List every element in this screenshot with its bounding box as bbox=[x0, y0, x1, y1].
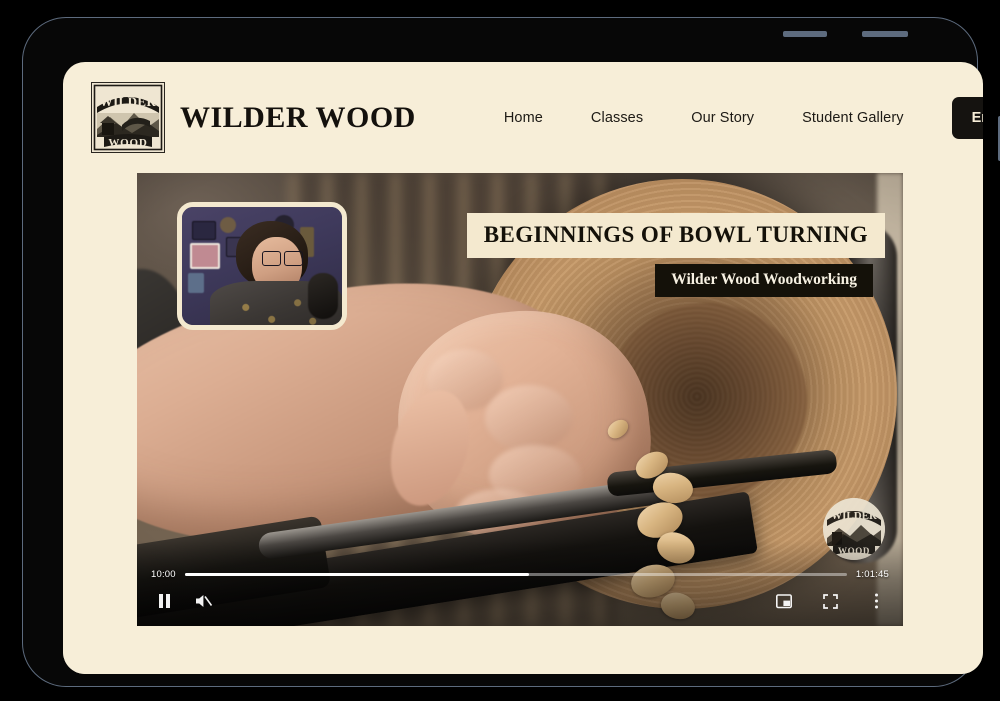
player-controls: 10:00 1:01:45 bbox=[137, 540, 903, 626]
nav-item-our-story[interactable]: Our Story bbox=[667, 110, 778, 126]
microphone bbox=[308, 273, 338, 319]
brand[interactable]: WILDER WOOD WILDER WOOD bbox=[91, 82, 416, 153]
tablet-screen: WILDER WOOD WILDER WOOD Home Classes Our… bbox=[63, 62, 983, 674]
main-nav: Home Classes Our Story Student Gallery E… bbox=[480, 96, 983, 139]
svg-text:WILDER: WILDER bbox=[100, 94, 157, 109]
progress-row: 10:00 1:01:45 bbox=[151, 569, 889, 580]
svg-text:WILDER: WILDER bbox=[831, 510, 878, 522]
video-title-overlay: BEGINNINGS OF BOWL TURNING Wilder Wood W… bbox=[466, 213, 885, 297]
control-buttons-row bbox=[151, 588, 889, 614]
instructor-webcam-inset[interactable] bbox=[177, 202, 347, 330]
current-time-label: 10:00 bbox=[151, 569, 176, 580]
screenshot-stage: WILDER WOOD WILDER WOOD Home Classes Our… bbox=[0, 0, 1000, 701]
svg-text:WOOD: WOOD bbox=[108, 137, 147, 149]
video-player[interactable]: BEGINNINGS OF BOWL TURNING Wilder Wood W… bbox=[137, 173, 903, 626]
site-header: WILDER WOOD WILDER WOOD Home Classes Our… bbox=[63, 62, 983, 173]
tablet-device-frame: WILDER WOOD WILDER WOOD Home Classes Our… bbox=[22, 17, 1000, 687]
wall-object bbox=[220, 217, 236, 233]
fullscreen-icon[interactable] bbox=[817, 588, 843, 614]
pause-icon[interactable] bbox=[151, 588, 177, 614]
volume-up-button[interactable] bbox=[783, 31, 827, 37]
duration-label: 1:01:45 bbox=[855, 569, 889, 580]
nav-item-home[interactable]: Home bbox=[480, 110, 567, 126]
progress-bar[interactable] bbox=[184, 572, 847, 577]
wall-frame bbox=[190, 243, 220, 269]
progress-fill bbox=[184, 572, 530, 577]
wall-frame bbox=[192, 221, 216, 240]
video-title: BEGINNINGS OF BOWL TURNING bbox=[466, 213, 885, 258]
volume-down-button[interactable] bbox=[862, 31, 908, 37]
brand-name: WILDER WOOD bbox=[180, 100, 416, 134]
volume-muted-icon[interactable] bbox=[191, 588, 217, 614]
webcam-image bbox=[182, 207, 342, 325]
nav-item-student-gallery[interactable]: Student Gallery bbox=[778, 110, 927, 126]
miniplayer-icon[interactable] bbox=[771, 588, 797, 614]
glasses-icon bbox=[262, 251, 304, 266]
wilder-wood-logo-icon[interactable]: WILDER WOOD bbox=[91, 82, 165, 153]
wall-object bbox=[188, 273, 204, 293]
more-vertical-icon[interactable] bbox=[863, 588, 889, 614]
nav-item-classes[interactable]: Classes bbox=[567, 110, 667, 126]
page-bottom-area bbox=[63, 626, 983, 674]
video-subtitle: Wilder Wood Woodworking bbox=[655, 264, 873, 297]
enroll-now-button[interactable]: Enroll Now bbox=[951, 96, 983, 139]
